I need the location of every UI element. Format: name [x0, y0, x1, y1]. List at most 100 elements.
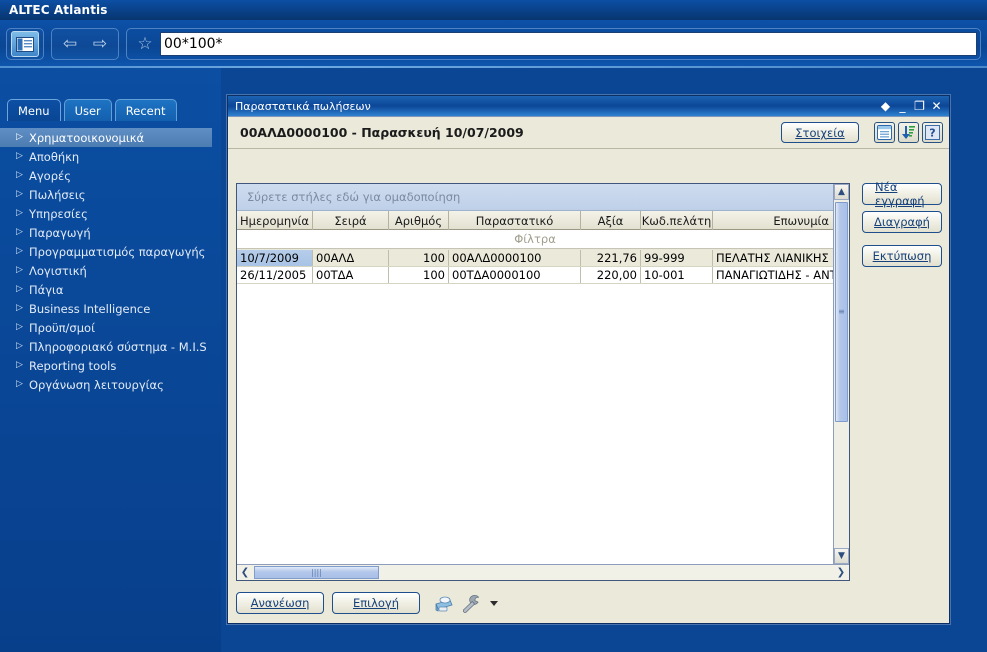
refresh-button[interactable]: Ανανέωση: [236, 592, 324, 614]
sidebar-panel-icon[interactable]: [11, 31, 39, 57]
arrow-left-icon: ⇦: [62, 33, 78, 54]
delete-label: Διαγραφή: [874, 215, 930, 229]
column-header-customer-code[interactable]: Κωδ.πελάτη: [641, 211, 713, 230]
search-group: ☆: [126, 28, 981, 60]
sidebar-item-apothiki[interactable]: ▷ Αποθήκη: [0, 147, 221, 166]
cell-customer-code: 99-999: [641, 250, 713, 266]
column-header-date[interactable]: Ημερομηνία: [237, 211, 313, 230]
tab-user[interactable]: User: [63, 99, 112, 121]
help-icon[interactable]: ?: [922, 122, 943, 143]
cell-customer-name: ΠΑΝΑΓΙΩΤΙΔΗΣ - ΑΝΤΖΟΥ: [716, 268, 833, 282]
forward-button[interactable]: ⇨: [86, 31, 114, 57]
chevron-right-icon: ▷: [16, 341, 23, 351]
cell-document: 00ΑΛΔ0000100: [449, 250, 581, 266]
wrench-icon[interactable]: [458, 591, 484, 615]
scroll-up-icon[interactable]: ▲: [834, 184, 849, 200]
close-button[interactable]: ✕: [928, 98, 945, 114]
minimize-button[interactable]: _: [894, 98, 911, 114]
search-input[interactable]: [160, 32, 977, 56]
select-button[interactable]: Επιλογή: [332, 592, 420, 614]
vertical-scrollbar-thumb[interactable]: ≡: [835, 202, 848, 422]
cell-value: 221,76: [581, 250, 641, 266]
column-header-customer-name[interactable]: Επωνυμία: [713, 211, 833, 230]
select-label: Επιλογή: [352, 596, 400, 610]
column-header-label: Παραστατικό: [475, 213, 554, 228]
sidebar-item-label: Λογιστική: [29, 263, 87, 278]
sidebar-item-poliseis[interactable]: ▷ Πωλήσεις: [0, 185, 221, 204]
grid-rows: 10/7/2009 00ΑΛΔ 100 00ΑΛΔ0000100 221,76 …: [237, 249, 833, 564]
app-toolbar: ⇦ ⇨ ☆: [0, 20, 987, 68]
scroll-left-icon[interactable]: ❮: [237, 565, 253, 580]
group-by-panel[interactable]: Σύρετε στήλες εδώ για ομαδοποίηση: [237, 184, 833, 211]
panel-toggle-group: [6, 28, 44, 60]
pin-icon: ◆: [880, 99, 891, 113]
chevron-right-icon: ▷: [16, 360, 23, 370]
tab-recent[interactable]: Recent: [114, 99, 177, 121]
favorite-button[interactable]: ☆: [131, 31, 159, 57]
tab-menu[interactable]: Menu: [7, 99, 61, 121]
cell-series: 00ΤΔΑ: [313, 267, 389, 283]
scroll-down-icon[interactable]: ▼: [834, 548, 849, 564]
svg-text:?: ?: [929, 127, 935, 140]
sort-descending-icon[interactable]: [898, 122, 919, 143]
sidebar-item-reporting-tools[interactable]: ▷ Reporting tools: [0, 356, 221, 375]
cell-customer-name: ΠΕΛΑΤΗΣ ΛΙΑΝΙΚΗΣ: [716, 251, 829, 265]
arrow-right-icon: ⇨: [92, 33, 108, 54]
chevron-right-icon: ▷: [16, 132, 23, 142]
window-list-icon[interactable]: [874, 122, 895, 143]
chevron-right-icon: ▷: [16, 265, 23, 275]
new-record-button[interactable]: Νέα εγγραφή: [862, 180, 942, 208]
sidebar-panel-glyph: [16, 36, 34, 52]
window-title-bar[interactable]: Παραστατικά πωλήσεων ◆ _ ❐ ✕: [228, 96, 949, 116]
horizontal-scrollbar[interactable]: ❮ |||| ❯: [237, 564, 849, 580]
filter-row[interactable]: Φίλτρα: [237, 230, 833, 249]
sidebar-item-proypologismoi[interactable]: ▷ Προϋπ/σμοί: [0, 318, 221, 337]
sidebar-item-xrimatooikonomika[interactable]: ▷ Χρηματοοικονομικά: [0, 128, 212, 147]
sidebar-item-ypiresies[interactable]: ▷ Υπηρεσίες: [0, 204, 221, 223]
sidebar-item-logistiki[interactable]: ▷ Λογιστική: [0, 261, 221, 280]
printer-icon[interactable]: [430, 591, 456, 615]
grid-main: Σύρετε στήλες εδώ για ομαδοποίηση Ημερομ…: [237, 184, 849, 564]
sidebar-item-organosi-leitourgias[interactable]: ▷ Οργάνωση λειτουργίας: [0, 375, 221, 394]
refresh-label: Ανανέωση: [250, 596, 310, 610]
chevron-right-icon: ▷: [16, 246, 23, 256]
grip-icon: ||||: [311, 568, 322, 577]
sidebar-item-label: Πωλήσεις: [29, 187, 86, 202]
app-title-bar: ALTEC Atlantis: [0, 0, 987, 20]
sidebar-item-label: Αποθήκη: [29, 149, 80, 164]
column-header-label: Επωνυμία: [773, 213, 829, 228]
column-header-value[interactable]: Αξία: [581, 211, 641, 230]
column-header-series[interactable]: Σειρά: [313, 211, 389, 230]
back-button[interactable]: ⇦: [56, 31, 84, 57]
window-title: Παραστατικά πωλήσεων: [235, 99, 371, 113]
pin-button[interactable]: ◆: [877, 98, 894, 114]
sidebar-menu-list: ▷ Χρηματοοικονομικά ▷ Αποθήκη ▷ Αγορές ▷…: [0, 128, 221, 394]
sidebar-item-mis[interactable]: ▷ Πληροφοριακό σύστημα - M.I.S: [0, 337, 221, 356]
cell-number: 100: [389, 250, 449, 266]
sidebar-item-pagia[interactable]: ▷ Πάγια: [0, 280, 221, 299]
details-button[interactable]: Στοιχεία: [781, 122, 859, 143]
vertical-scrollbar[interactable]: ▲ ≡ ▼: [833, 184, 849, 564]
column-header-document[interactable]: Παραστατικό: [449, 211, 581, 230]
sidebar-item-agores[interactable]: ▷ Αγορές: [0, 166, 221, 185]
column-header-number[interactable]: Αριθμός: [389, 211, 449, 230]
scroll-right-icon[interactable]: ❯: [833, 565, 849, 580]
sidebar: Menu User Recent ▷ Χρηματοοικονομικά ▷ Α…: [0, 68, 221, 652]
maximize-button[interactable]: ❐: [911, 98, 928, 114]
cell-series: 00ΑΛΔ: [313, 250, 389, 266]
caret-down-icon[interactable]: [490, 600, 498, 606]
printer-glyph: [435, 596, 453, 612]
sidebar-item-paragogi[interactable]: ▷ Παραγωγή: [0, 223, 221, 242]
sidebar-item-programmatismos-paragogis[interactable]: ▷ Προγραμματισμός παραγωγής: [0, 242, 221, 261]
table-row[interactable]: 10/7/2009 00ΑΛΔ 100 00ΑΛΔ0000100 221,76 …: [237, 250, 833, 267]
chevron-right-icon: ▷: [16, 379, 23, 389]
sidebar-item-business-intelligence[interactable]: ▷ Business Intelligence: [0, 299, 221, 318]
table-row[interactable]: 26/11/2005 00ΤΔΑ 100 00ΤΔΑ0000100 220,00…: [237, 267, 833, 284]
print-button[interactable]: Εκτύπωση: [862, 245, 942, 267]
star-icon: ☆: [137, 33, 153, 54]
column-header-label: Ημερομηνία: [239, 213, 310, 228]
delete-button[interactable]: Διαγραφή: [862, 211, 942, 233]
cell-number: 100: [389, 267, 449, 283]
cell-date: 10/7/2009: [237, 250, 313, 266]
horizontal-scrollbar-thumb[interactable]: ||||: [254, 566, 379, 579]
